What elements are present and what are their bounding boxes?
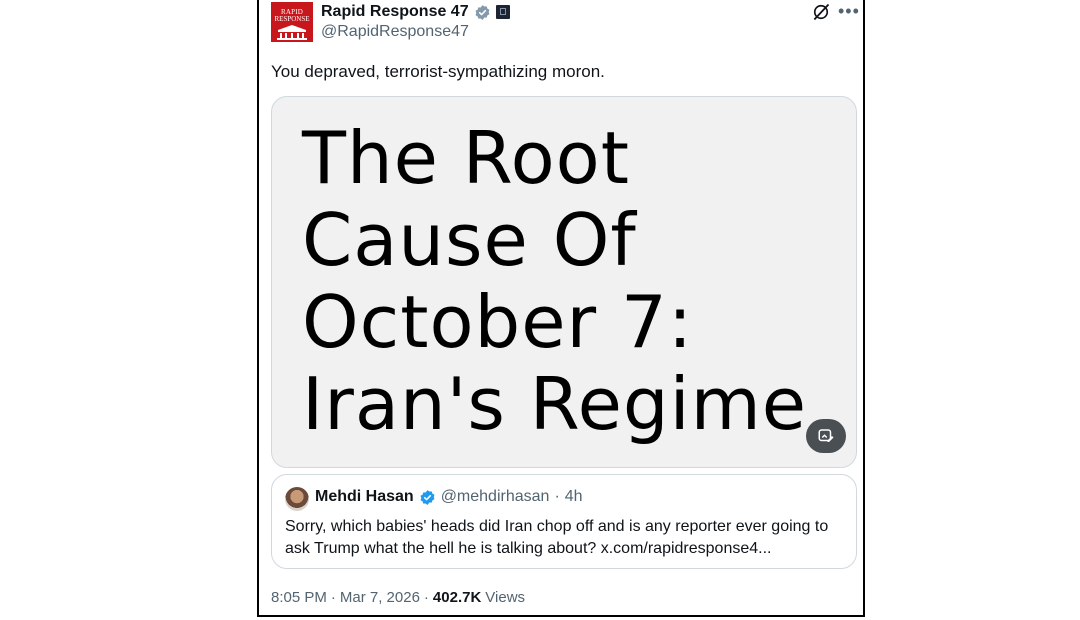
quoted-time: 4h bbox=[564, 488, 583, 505]
verified-badge-icon bbox=[475, 4, 490, 20]
separator-dot: · bbox=[423, 589, 429, 606]
tweet-date[interactable]: Mar 7, 2026 bbox=[340, 589, 420, 606]
tweet-frame: RAPID RESPONSE Rapid Response 47 @RapidR… bbox=[257, 0, 865, 617]
media-headline: The Root Cause Of October 7: Iran's Regi… bbox=[302, 116, 808, 446]
tweet-time[interactable]: 8:05 PM bbox=[271, 589, 327, 606]
quoted-display-name: Mehdi Hasan bbox=[315, 488, 414, 505]
quoted-text: Sorry, which babies' heads did Iran chop… bbox=[285, 518, 829, 557]
verified-badge-icon bbox=[420, 489, 435, 505]
avatar[interactable]: RAPID RESPONSE bbox=[271, 2, 313, 42]
tweet-text: You depraved, terrorist-sympathizing mor… bbox=[271, 62, 605, 81]
quoted-header: Mehdi Hasan @mehdirhasan · 4h bbox=[315, 488, 583, 506]
views-count[interactable]: 402.7K bbox=[433, 589, 481, 606]
government-affiliation-icon[interactable] bbox=[495, 5, 510, 19]
separator-dot: · bbox=[554, 488, 560, 505]
grok-icon[interactable] bbox=[811, 2, 831, 22]
quoted-avatar[interactable] bbox=[285, 487, 309, 511]
author-handle[interactable]: @RapidResponse47 bbox=[321, 23, 469, 41]
media-image[interactable]: The Root Cause Of October 7: Iran's Regi… bbox=[271, 96, 857, 468]
avatar-text-line2: RESPONSE bbox=[274, 15, 310, 23]
quoted-tweet[interactable]: Mehdi Hasan @mehdirhasan · 4h Sorry, whi… bbox=[271, 474, 857, 569]
views-label: Views bbox=[485, 589, 526, 606]
alt-image-button[interactable] bbox=[806, 419, 846, 453]
alt-image-icon bbox=[818, 429, 834, 442]
name-row: Rapid Response 47 bbox=[321, 2, 510, 22]
quoted-handle: @mehdirhasan bbox=[440, 488, 550, 505]
building-icon bbox=[277, 25, 307, 40]
separator-dot: · bbox=[330, 589, 336, 606]
display-name[interactable]: Rapid Response 47 bbox=[321, 3, 469, 21]
more-icon[interactable]: ••• bbox=[838, 2, 860, 20]
tweet-meta: 8:05 PM · Mar 7, 2026 · 402.7K Views bbox=[271, 589, 525, 606]
